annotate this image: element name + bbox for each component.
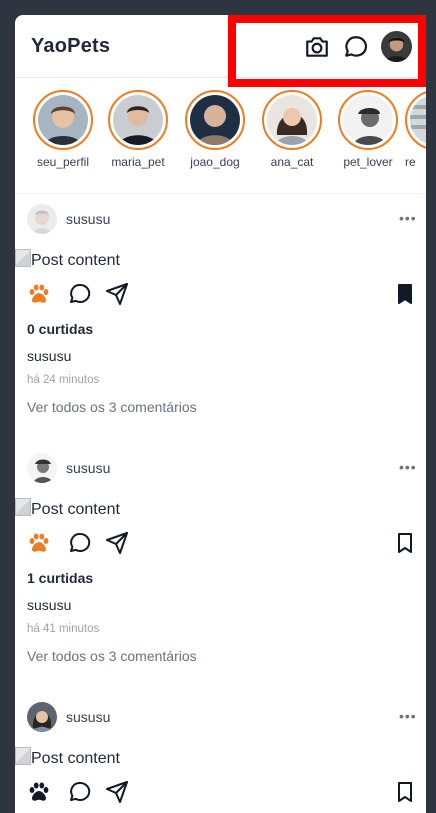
bookmark-icon[interactable]: [393, 531, 417, 555]
story-ring: [185, 90, 245, 150]
comment-icon[interactable]: [68, 780, 92, 804]
story-item[interactable]: ana_cat: [254, 90, 330, 169]
post-card: sususu ••• Post content: [15, 702, 426, 813]
story-avatar: [38, 95, 88, 145]
story-username: pet_lover: [343, 155, 393, 169]
post-image-alt: Post content: [31, 750, 120, 767]
story-avatar: [343, 95, 393, 145]
story-username: ana_cat: [270, 155, 314, 169]
paw-like-icon[interactable]: [27, 282, 51, 306]
story-avatar: [410, 95, 426, 145]
share-icon[interactable]: [105, 531, 129, 555]
likes-count: 1 curtidas: [27, 570, 94, 586]
story-ring: [338, 90, 398, 150]
post-timestamp: há 41 minutos: [27, 623, 100, 635]
post-image-alt: Post content: [31, 252, 120, 269]
broken-image-icon: [15, 747, 31, 765]
paw-like-icon[interactable]: [27, 531, 51, 555]
more-options-icon[interactable]: •••: [399, 459, 417, 475]
post-caption: sususu: [27, 597, 72, 613]
post-username[interactable]: sususu: [66, 460, 110, 476]
story-avatar: [267, 95, 317, 145]
story-avatar: [190, 95, 240, 145]
likes-count: 0 curtidas: [27, 321, 94, 337]
bookmark-icon[interactable]: [393, 780, 417, 804]
profile-avatar[interactable]: [381, 31, 412, 62]
post-timestamp: há 24 minutos: [27, 374, 100, 386]
story-avatar: [113, 95, 163, 145]
app-container: YaoPets seu_perfil maria_pet joao_dog an…: [15, 15, 426, 813]
story-item[interactable]: seu_perfil: [25, 90, 101, 169]
view-comments-link[interactable]: Ver todos os 3 comentários: [27, 648, 197, 664]
broken-image-icon: [15, 249, 31, 267]
comment-icon[interactable]: [68, 282, 92, 306]
view-comments-link[interactable]: Ver todos os 3 comentários: [27, 399, 197, 415]
broken-image-icon: [15, 498, 31, 516]
chat-bubble-icon[interactable]: [343, 34, 369, 60]
post-actions: [27, 780, 417, 806]
story-ring: [33, 90, 93, 150]
more-options-icon[interactable]: •••: [399, 708, 417, 724]
post-card: sususu ••• Post content 1 curtidas susus…: [15, 453, 426, 693]
story-ring: [405, 90, 426, 150]
post-actions: [27, 531, 417, 557]
story-item[interactable]: joao_dog: [177, 90, 253, 169]
post-avatar[interactable]: [27, 453, 57, 483]
post-username[interactable]: sususu: [66, 211, 110, 227]
story-item[interactable]: re: [405, 90, 426, 169]
story-username: re: [405, 155, 416, 169]
post-image-alt: Post content: [31, 501, 120, 518]
comment-icon[interactable]: [68, 531, 92, 555]
post-avatar[interactable]: [27, 204, 57, 234]
story-username: maria_pet: [111, 155, 165, 169]
post-image: Post content: [15, 498, 120, 519]
post-username[interactable]: sususu: [66, 709, 110, 725]
share-icon[interactable]: [105, 282, 129, 306]
post-actions: [27, 282, 417, 308]
more-options-icon[interactable]: •••: [399, 210, 417, 226]
post-caption: sususu: [27, 348, 72, 364]
post-avatar[interactable]: [27, 702, 57, 732]
post-card: sususu ••• Post content 0 curtidas susus…: [15, 204, 426, 444]
story-ring: [262, 90, 322, 150]
camera-icon[interactable]: [304, 34, 330, 60]
app-title: YaoPets: [31, 35, 111, 57]
story-item[interactable]: maria_pet: [100, 90, 176, 169]
story-ring: [108, 90, 168, 150]
story-username: seu_perfil: [36, 155, 90, 169]
bookmark-icon[interactable]: [393, 282, 417, 306]
post-image: Post content: [15, 249, 120, 270]
share-icon[interactable]: [105, 780, 129, 804]
app-header: YaoPets: [15, 15, 426, 78]
story-item[interactable]: pet_lover: [330, 90, 406, 169]
paw-like-icon[interactable]: [27, 780, 51, 804]
story-username: joao_dog: [190, 155, 240, 169]
post-image: Post content: [15, 747, 120, 768]
stories-bar: seu_perfil maria_pet joao_dog ana_cat pe…: [15, 78, 426, 194]
